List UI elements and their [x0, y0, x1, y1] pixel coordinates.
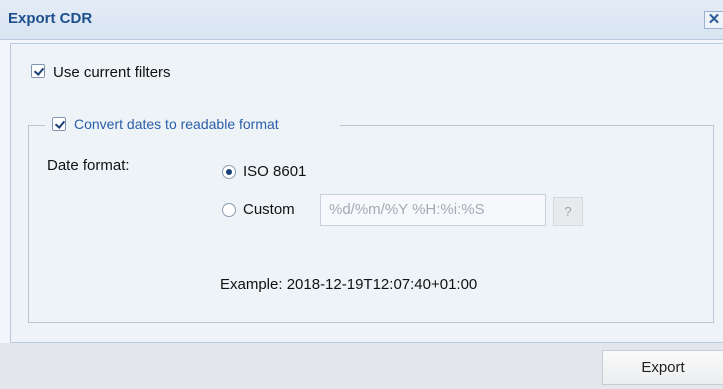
dialog-title: Export CDR: [8, 10, 93, 27]
iso8601-label[interactable]: ISO 8601: [243, 163, 306, 180]
custom-format-input[interactable]: %d/%m/%Y %H:%i:%S: [320, 194, 546, 226]
iso8601-radio[interactable]: [222, 165, 236, 179]
dialog-titlebar: Export CDR ✕: [0, 0, 723, 40]
date-format-label: Date format:: [47, 157, 130, 174]
help-button[interactable]: ?: [553, 197, 583, 226]
example-text: Example: 2018-12-19T12:07:40+01:00: [220, 276, 478, 293]
convert-dates-checkbox[interactable]: [52, 117, 66, 131]
use-current-filters-label[interactable]: Use current filters: [53, 64, 171, 81]
close-button[interactable]: ✕: [704, 11, 723, 29]
close-icon: ✕: [707, 11, 721, 28]
custom-label[interactable]: Custom: [243, 201, 295, 218]
use-current-filters-checkbox[interactable]: [31, 64, 45, 78]
convert-dates-label[interactable]: Convert dates to readable format: [74, 116, 279, 132]
custom-radio[interactable]: [222, 203, 236, 217]
export-button[interactable]: Export: [602, 350, 723, 385]
